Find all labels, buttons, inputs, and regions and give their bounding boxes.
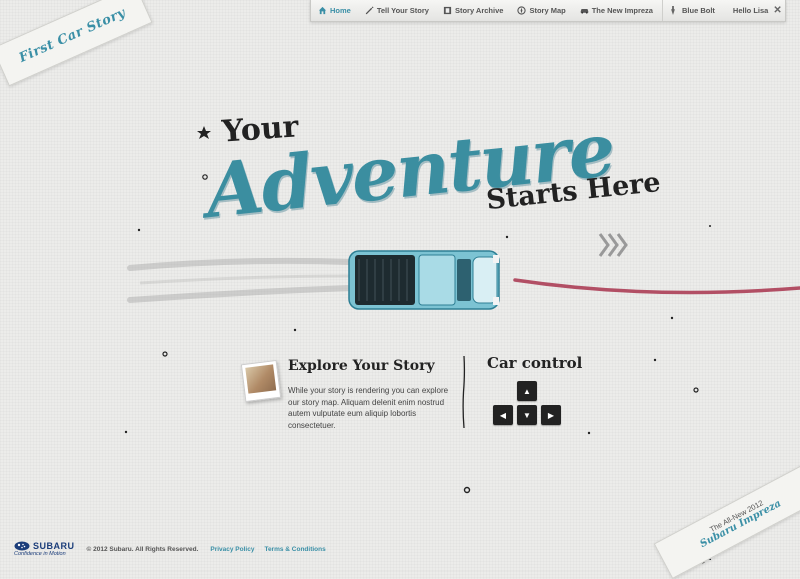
star-icon bbox=[197, 126, 211, 139]
dot bbox=[505, 235, 509, 239]
subaru-stars-icon bbox=[14, 541, 30, 551]
story-thumbnail[interactable] bbox=[240, 359, 282, 403]
dot bbox=[293, 328, 297, 332]
footer: SUBARU Confidence in Motion © 2012 Subar… bbox=[14, 541, 336, 557]
terms-link[interactable]: Terms & Conditions bbox=[264, 546, 325, 553]
dot bbox=[137, 228, 141, 232]
down-arrow-key[interactable]: ▼ bbox=[517, 405, 537, 425]
dot bbox=[670, 316, 674, 320]
dot bbox=[587, 431, 591, 435]
chevron-right-icon[interactable] bbox=[598, 232, 632, 258]
dot bbox=[124, 430, 128, 434]
car-control-title: Car control bbox=[487, 354, 583, 372]
explore-story-body: While your story is rendering you can ex… bbox=[288, 386, 449, 430]
explore-story-title: Explore Your Story bbox=[288, 358, 435, 374]
brand-tagline: Confidence in Motion bbox=[14, 551, 66, 557]
red-trail bbox=[513, 278, 800, 295]
copyright-text: © 2012 Subaru. All Rights Reserved. bbox=[86, 545, 199, 553]
tire-track-lower bbox=[127, 285, 353, 303]
privacy-policy-link[interactable]: Privacy Policy bbox=[210, 546, 254, 553]
left-arrow-key[interactable]: ◀ bbox=[493, 405, 513, 425]
subaru-logo[interactable]: SUBARU Confidence in Motion bbox=[14, 541, 75, 557]
truck-illustration bbox=[348, 250, 500, 310]
dot bbox=[162, 351, 168, 357]
tire-track-mid bbox=[139, 274, 351, 285]
up-arrow-key[interactable]: ▲ bbox=[517, 381, 537, 401]
brand-name: SUBARU bbox=[33, 541, 75, 551]
dot bbox=[709, 225, 711, 227]
right-arrow-key[interactable]: ▶ bbox=[541, 405, 561, 425]
dot bbox=[463, 486, 471, 494]
section-divider bbox=[462, 356, 466, 428]
dot bbox=[693, 387, 699, 393]
tire-track-upper bbox=[127, 257, 353, 271]
dot bbox=[653, 358, 657, 362]
